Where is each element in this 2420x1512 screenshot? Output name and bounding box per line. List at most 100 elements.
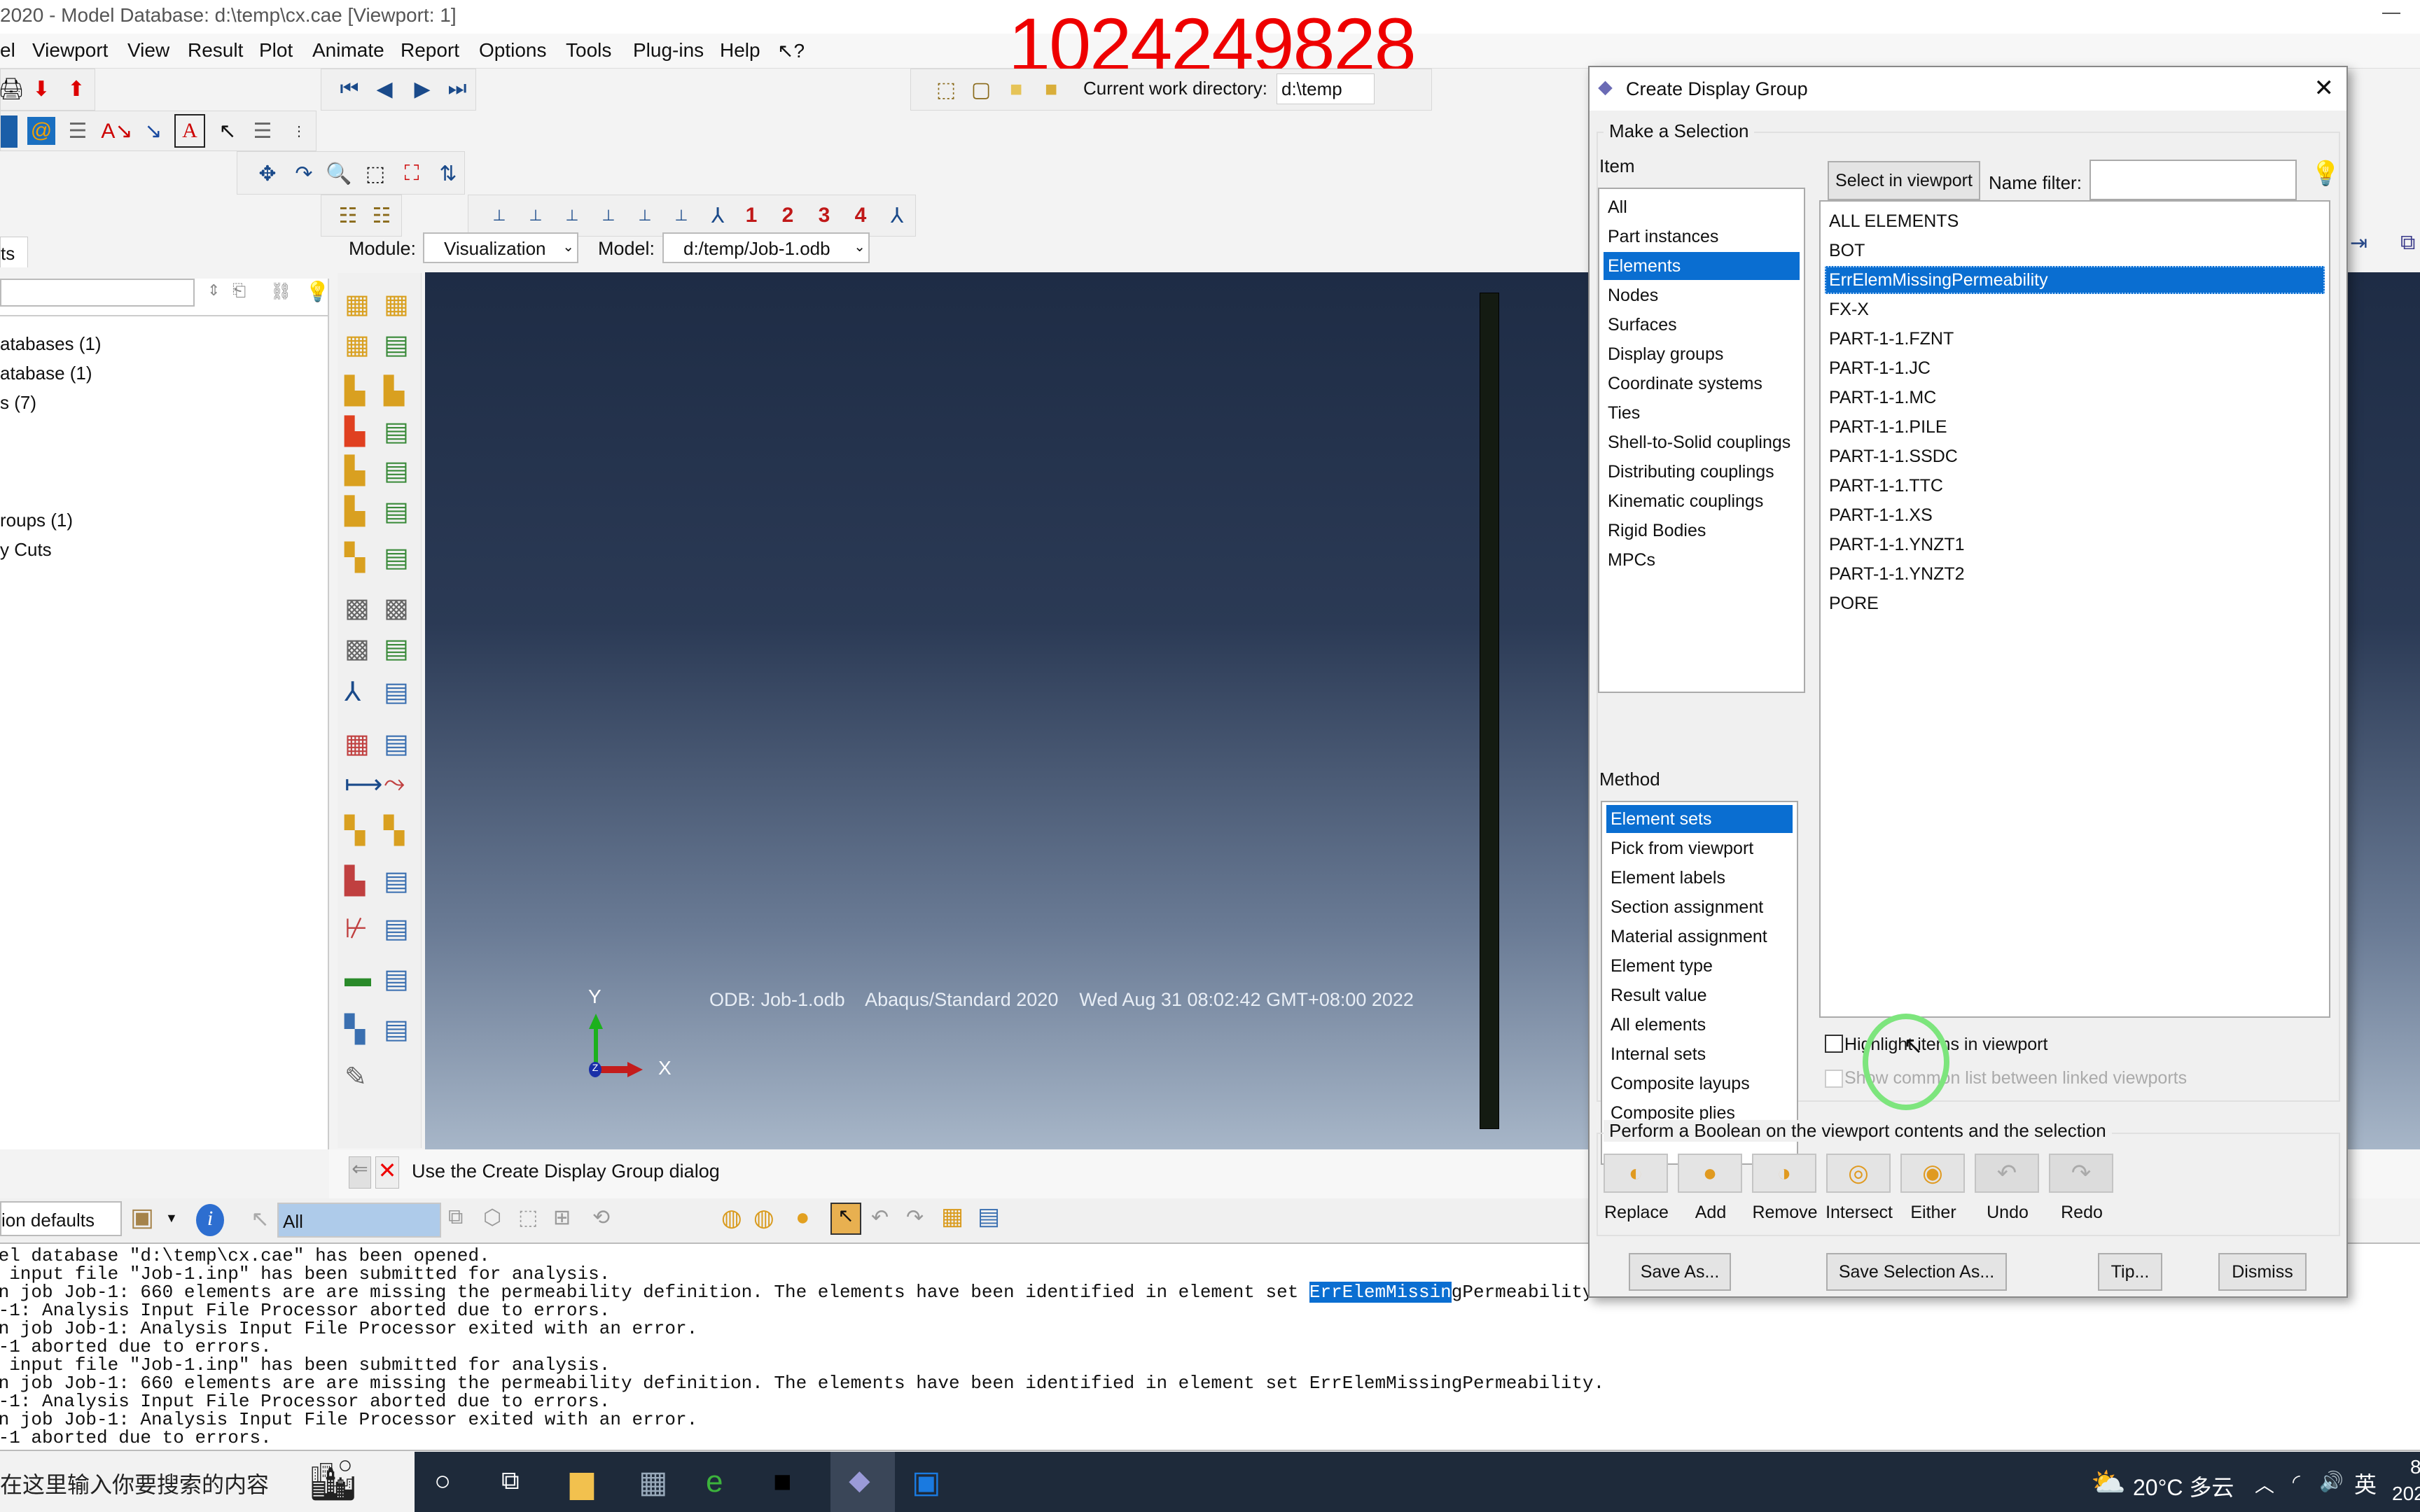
plot-undeformed-icon[interactable]: ▙ bbox=[345, 375, 365, 407]
element-set-option[interactable]: PART-1-1.PILE bbox=[1825, 413, 2325, 441]
arrow-icon[interactable]: ↘ bbox=[138, 114, 169, 148]
menu-help[interactable]: Help bbox=[720, 39, 760, 62]
browser-icon[interactable]: e bbox=[706, 1464, 723, 1499]
file-explorer-icon[interactable]: ▆ bbox=[570, 1464, 594, 1500]
tree-item-model-database[interactable]: atabase (1) bbox=[0, 363, 92, 384]
text-icon[interactable]: A bbox=[174, 114, 205, 148]
animate-harmonic-icon[interactable]: ▩ bbox=[345, 633, 370, 664]
display-group-manager-icon[interactable]: ▤ bbox=[384, 865, 409, 897]
xy-manager-icon[interactable]: ▤ bbox=[384, 676, 409, 708]
intersect-button[interactable]: ◎ bbox=[1826, 1154, 1891, 1193]
contour-options-icon[interactable]: ▤ bbox=[384, 416, 409, 447]
select-pointer-icon[interactable]: ↖ bbox=[251, 1205, 270, 1232]
viewport-icon[interactable] bbox=[1, 115, 18, 148]
tip-button[interactable]: Tip... bbox=[2098, 1253, 2162, 1291]
user-view-1-button[interactable]: 1 bbox=[737, 200, 765, 232]
menu-model[interactable]: el bbox=[0, 39, 15, 62]
method-list-option[interactable]: Material assignment bbox=[1606, 923, 1793, 951]
print-icon[interactable]: 🖨 bbox=[0, 75, 25, 103]
text-arrow-icon[interactable]: A↘ bbox=[101, 114, 132, 148]
save-as-button[interactable]: Save As... bbox=[1629, 1253, 1731, 1291]
animation-options-icon[interactable]: ▤ bbox=[384, 633, 409, 664]
zoom-icon[interactable]: 🔍 bbox=[323, 158, 355, 190]
selection-filter-select[interactable]: All bbox=[277, 1203, 441, 1238]
plot-material-orientations-icon[interactable]: ▙ bbox=[345, 496, 365, 527]
box-zoom-icon[interactable]: ⬚ bbox=[359, 158, 391, 190]
last-frame-icon[interactable]: ⏭ bbox=[443, 75, 471, 103]
back-view-icon[interactable]: ⊥ bbox=[519, 200, 552, 232]
element-set-option[interactable]: BOT bbox=[1825, 237, 2325, 265]
free-body-icon[interactable]: ▦ bbox=[345, 329, 370, 360]
lightbulb-icon[interactable]: 💡 bbox=[2311, 160, 2340, 188]
element-set-option[interactable]: ErrElemMissingPermeability bbox=[1825, 266, 2325, 294]
item-list-option[interactable]: Elements bbox=[1604, 252, 1800, 280]
select-in-viewport-button[interactable]: Select in viewport bbox=[1828, 161, 1980, 200]
path-icon[interactable]: ⟼ bbox=[345, 769, 382, 800]
item-list-option[interactable]: Surfaces bbox=[1604, 311, 1800, 339]
add-button[interactable]: ● bbox=[1678, 1154, 1742, 1193]
name-filter-input[interactable] bbox=[2089, 160, 2297, 200]
method-list-option[interactable]: All elements bbox=[1606, 1011, 1793, 1039]
rotate-icon[interactable]: ↷ bbox=[288, 158, 320, 190]
item-list-option[interactable]: Ties bbox=[1604, 399, 1800, 427]
item-list-option[interactable]: Shell-to-Solid couplings bbox=[1604, 428, 1800, 456]
ime-indicator[interactable]: 英 bbox=[2354, 1467, 2377, 1499]
method-list-option[interactable]: Element type bbox=[1606, 952, 1793, 980]
method-list-option[interactable]: Section assignment bbox=[1606, 893, 1793, 921]
abaqus-taskbar-button[interactable]: ⬥ bbox=[830, 1452, 895, 1512]
query-icon[interactable]: ▦ bbox=[384, 288, 409, 320]
right-view-icon[interactable]: ⊥ bbox=[665, 200, 698, 232]
dismiss-button[interactable]: Dismiss bbox=[2218, 1253, 2307, 1291]
method-list-option[interactable]: Result value bbox=[1606, 981, 1793, 1009]
element-set-option[interactable]: ALL ELEMENTS bbox=[1825, 207, 2325, 235]
element-set-option[interactable]: PORE bbox=[1825, 589, 2325, 617]
menu-result[interactable]: Result bbox=[188, 39, 243, 62]
plot-symbols-icon[interactable]: ▙ bbox=[345, 455, 365, 486]
weather-text[interactable]: 20°C 多云 bbox=[2133, 1470, 2234, 1502]
item-list-option[interactable]: Rigid Bodies bbox=[1604, 517, 1800, 545]
list-icon[interactable]: ☰ bbox=[64, 117, 92, 145]
menu-plot[interactable]: Plot bbox=[259, 39, 293, 62]
tree-item-xy-data[interactable]: s (7) bbox=[0, 392, 36, 414]
tree-filter-select[interactable] bbox=[0, 279, 195, 307]
element-set-option[interactable]: PART-1-1.TTC bbox=[1825, 472, 2325, 500]
menu-options[interactable]: Options bbox=[479, 39, 547, 62]
orientation-options-icon[interactable]: ▤ bbox=[384, 496, 409, 527]
tree-item-display-groups[interactable]: roups (1) bbox=[0, 510, 73, 531]
pick-icon[interactable]: ↖ bbox=[830, 1203, 861, 1235]
item-list-option[interactable]: MPCs bbox=[1604, 546, 1800, 574]
tree-options-icon[interactable]: ⛓ bbox=[270, 281, 291, 302]
method-list-option[interactable]: Composite layups bbox=[1606, 1070, 1793, 1098]
create-xy-icon[interactable]: ⅄ bbox=[345, 676, 361, 708]
clock-time[interactable]: 8 bbox=[2410, 1456, 2420, 1478]
colormap-icon[interactable]: ▬ bbox=[345, 963, 371, 993]
left-view-icon[interactable]: ⊥ bbox=[628, 200, 662, 232]
selection-options-icon[interactable]: ⧉ bbox=[448, 1205, 463, 1229]
replace-boolean-icon[interactable]: ◍ bbox=[721, 1204, 742, 1232]
tab-results[interactable]: ts bbox=[0, 237, 28, 267]
item-list-option[interactable]: Distributing couplings bbox=[1604, 458, 1800, 486]
previous-frame-icon[interactable]: ◀ bbox=[370, 75, 398, 103]
item-list-option[interactable]: Part instances bbox=[1604, 223, 1800, 251]
link-viewports-icon[interactable]: ⧉ bbox=[2400, 231, 2415, 255]
module-select[interactable]: Visualization ⌄ bbox=[423, 232, 578, 263]
tree-item-view-cuts[interactable]: y Cuts bbox=[0, 539, 52, 561]
display-options-manager-icon[interactable]: ▤ bbox=[384, 1014, 409, 1045]
element-sets-list[interactable]: ALL ELEMENTS BOT ErrElemMissingPermeabilit… bbox=[1819, 200, 2330, 1018]
pan-icon[interactable]: ✥ bbox=[251, 158, 284, 190]
shaded-icon[interactable]: ■ bbox=[1037, 74, 1065, 106]
last-step-icon[interactable]: ⇥ bbox=[2350, 231, 2367, 255]
model-select[interactable]: d:/temp/Job-1.odb ⌄ bbox=[662, 232, 870, 263]
element-set-option[interactable]: PART-1-1.XS bbox=[1825, 501, 2325, 529]
cortana-icon[interactable]: ○ bbox=[434, 1466, 451, 1497]
item-list-option[interactable]: Nodes bbox=[1604, 281, 1800, 309]
item-list-option[interactable]: Coordinate systems bbox=[1604, 370, 1800, 398]
calculator-icon[interactable]: ▦ bbox=[639, 1464, 668, 1500]
method-list[interactable]: Element sets Pick from viewport Element la… bbox=[1601, 801, 1798, 1165]
menu-view[interactable]: View bbox=[127, 39, 169, 62]
display-options-icon[interactable]: ▚ bbox=[345, 1014, 365, 1045]
video-app-icon[interactable]: ▣ bbox=[912, 1464, 941, 1500]
minimize-button[interactable] bbox=[2382, 13, 2400, 14]
collapse-icon[interactable]: ⎗ bbox=[232, 281, 246, 301]
undo-icon[interactable]: ↶ bbox=[871, 1205, 889, 1230]
